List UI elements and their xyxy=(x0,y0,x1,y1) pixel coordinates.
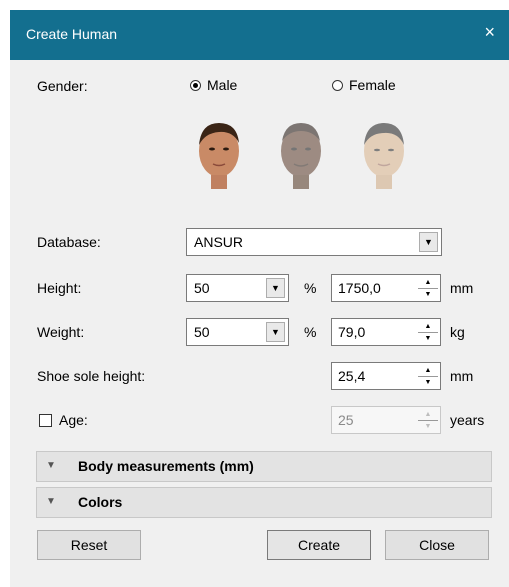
database-combobox[interactable]: ANSUR ▼ xyxy=(186,228,442,256)
height-spinbox[interactable]: 1750,0 ▲ ▼ xyxy=(331,274,441,302)
reset-button[interactable]: Reset xyxy=(37,530,141,560)
chevron-down-icon: ▼ xyxy=(46,460,56,471)
height-unit: mm xyxy=(450,280,474,296)
database-value: ANSUR xyxy=(194,234,244,250)
weight-label: Weight: xyxy=(37,324,85,340)
female-radio[interactable] xyxy=(332,80,343,91)
male-radio[interactable] xyxy=(190,80,201,91)
gender-label: Gender: xyxy=(37,78,88,94)
age-value: 25 xyxy=(338,412,354,428)
age-checkbox[interactable] xyxy=(39,414,52,427)
height-percentile-combobox[interactable]: 50 ▼ xyxy=(186,274,289,302)
weight-percentile-value: 50 xyxy=(194,324,210,340)
age-label[interactable]: Age: xyxy=(59,412,88,428)
spin-down-icon: ▼ xyxy=(418,420,438,432)
male-radio-label[interactable]: Male xyxy=(207,77,237,93)
weight-percent-sign: % xyxy=(304,324,317,340)
female-radio-label[interactable]: Female xyxy=(349,77,396,93)
weight-spinbox[interactable]: 79,0 ▲ ▼ xyxy=(331,318,441,346)
chevron-down-icon[interactable]: ▼ xyxy=(266,322,285,342)
age-spinbox[interactable]: 25 ▲ ▼ xyxy=(331,406,441,434)
face-asian[interactable] xyxy=(358,117,410,189)
create-human-dialog: Create Human × Gender: Male Female Datab… xyxy=(10,10,509,587)
spin-up-icon: ▲ xyxy=(424,411,432,418)
weight-unit: kg xyxy=(450,324,465,340)
database-label: Database: xyxy=(37,234,101,250)
height-percentile-value: 50 xyxy=(194,280,210,296)
colors-section-header[interactable]: ▼ Colors xyxy=(36,487,492,518)
height-value: 1750,0 xyxy=(338,280,381,296)
face-light-skin[interactable] xyxy=(193,117,245,189)
chevron-down-icon[interactable]: ▼ xyxy=(266,278,285,298)
title-bar: Create Human × xyxy=(10,10,509,60)
chevron-down-icon: ▼ xyxy=(46,496,56,507)
spin-down-icon[interactable]: ▼ xyxy=(418,376,438,388)
weight-value: 79,0 xyxy=(338,324,366,340)
shoe-sole-label: Shoe sole height: xyxy=(37,368,146,384)
body-measurements-section-header[interactable]: ▼ Body measurements (mm) xyxy=(36,451,492,482)
height-label: Height: xyxy=(37,280,82,296)
face-dark-skin[interactable] xyxy=(275,117,327,189)
weight-percentile-combobox[interactable]: 50 ▼ xyxy=(186,318,289,346)
shoe-sole-spinbox[interactable]: 25,4 ▲ ▼ xyxy=(331,362,441,390)
close-button[interactable]: Close xyxy=(385,530,489,560)
spin-up-icon[interactable]: ▲ xyxy=(418,321,438,332)
close-icon[interactable]: × xyxy=(484,23,495,41)
window-title: Create Human xyxy=(26,26,118,42)
body-measurements-title: Body measurements (mm) xyxy=(78,458,254,474)
shoe-sole-unit: mm xyxy=(450,368,474,384)
colors-title: Colors xyxy=(78,494,123,510)
spin-up-icon[interactable]: ▲ xyxy=(418,365,438,376)
height-percent-sign: % xyxy=(304,280,317,296)
create-button[interactable]: Create xyxy=(267,530,371,560)
age-unit: years xyxy=(450,412,485,428)
shoe-sole-value: 25,4 xyxy=(338,368,366,384)
spin-down-icon[interactable]: ▼ xyxy=(418,288,438,300)
chevron-down-icon[interactable]: ▼ xyxy=(419,232,438,252)
spin-down-icon[interactable]: ▼ xyxy=(418,332,438,344)
spin-up-icon[interactable]: ▲ xyxy=(418,277,438,288)
